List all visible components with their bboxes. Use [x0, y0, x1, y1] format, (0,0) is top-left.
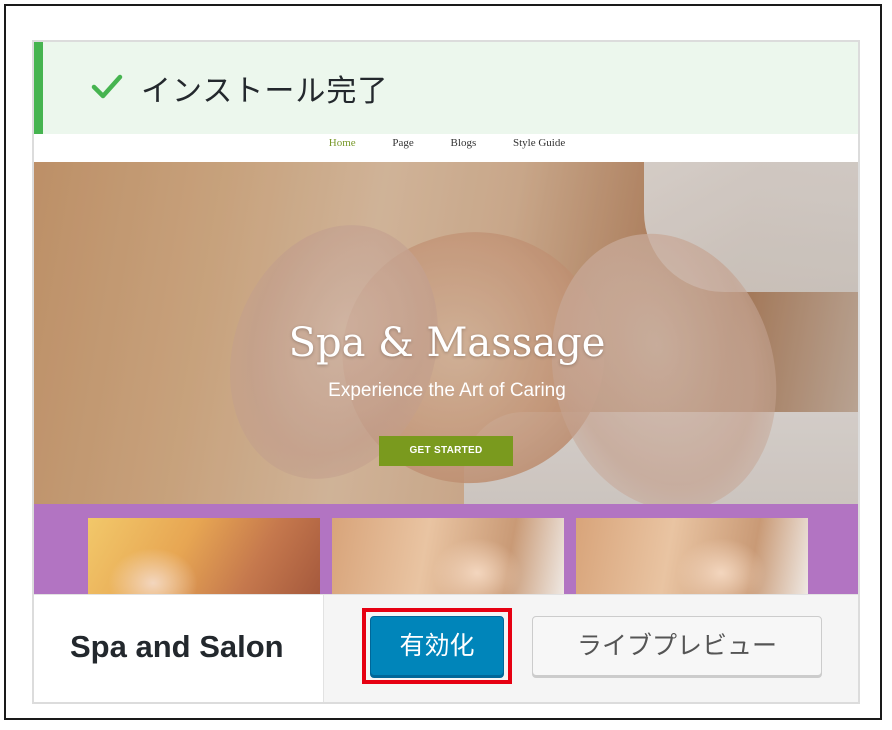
- thumbnail-image-2: [332, 518, 564, 594]
- theme-name: Spa and Salon: [70, 629, 284, 664]
- thumbnail-band: [34, 504, 858, 594]
- get-started-button: GET STARTED: [379, 436, 513, 466]
- thumbnail-image-3: [576, 518, 808, 594]
- nav-item-style-guide: Style Guide: [512, 137, 566, 149]
- theme-screenshot[interactable]: Home Page Blogs Style Guide Spa & Massag…: [34, 134, 858, 594]
- theme-actions-bar: Spa and Salon 有効化 ライブプレビュー: [34, 594, 858, 702]
- nav-item-page: Page: [392, 137, 414, 149]
- hero-title: Spa & Massage: [288, 320, 606, 366]
- hero-banner: Spa & Massage Experience the Art of Cari…: [34, 162, 858, 504]
- site-nav: Home Page Blogs Style Guide: [34, 134, 858, 162]
- thumbnail-image-1: [88, 518, 320, 594]
- nav-item-home: Home: [328, 137, 356, 149]
- notice-text: インストール完了: [141, 74, 389, 109]
- hero-subtitle: Experience the Art of Caring: [328, 380, 566, 401]
- activate-button[interactable]: 有効化: [370, 616, 504, 676]
- live-preview-button[interactable]: ライブプレビュー: [532, 616, 822, 676]
- screenshot-frame: インストール完了 Home Page Blogs Style Guide Spa…: [4, 4, 882, 720]
- checkmark-icon: [91, 74, 123, 99]
- install-complete-notice: インストール完了: [34, 42, 858, 134]
- theme-card: インストール完了 Home Page Blogs Style Guide Spa…: [32, 40, 860, 704]
- nav-item-blogs: Blogs: [450, 137, 477, 149]
- theme-name-box: Spa and Salon: [34, 595, 324, 702]
